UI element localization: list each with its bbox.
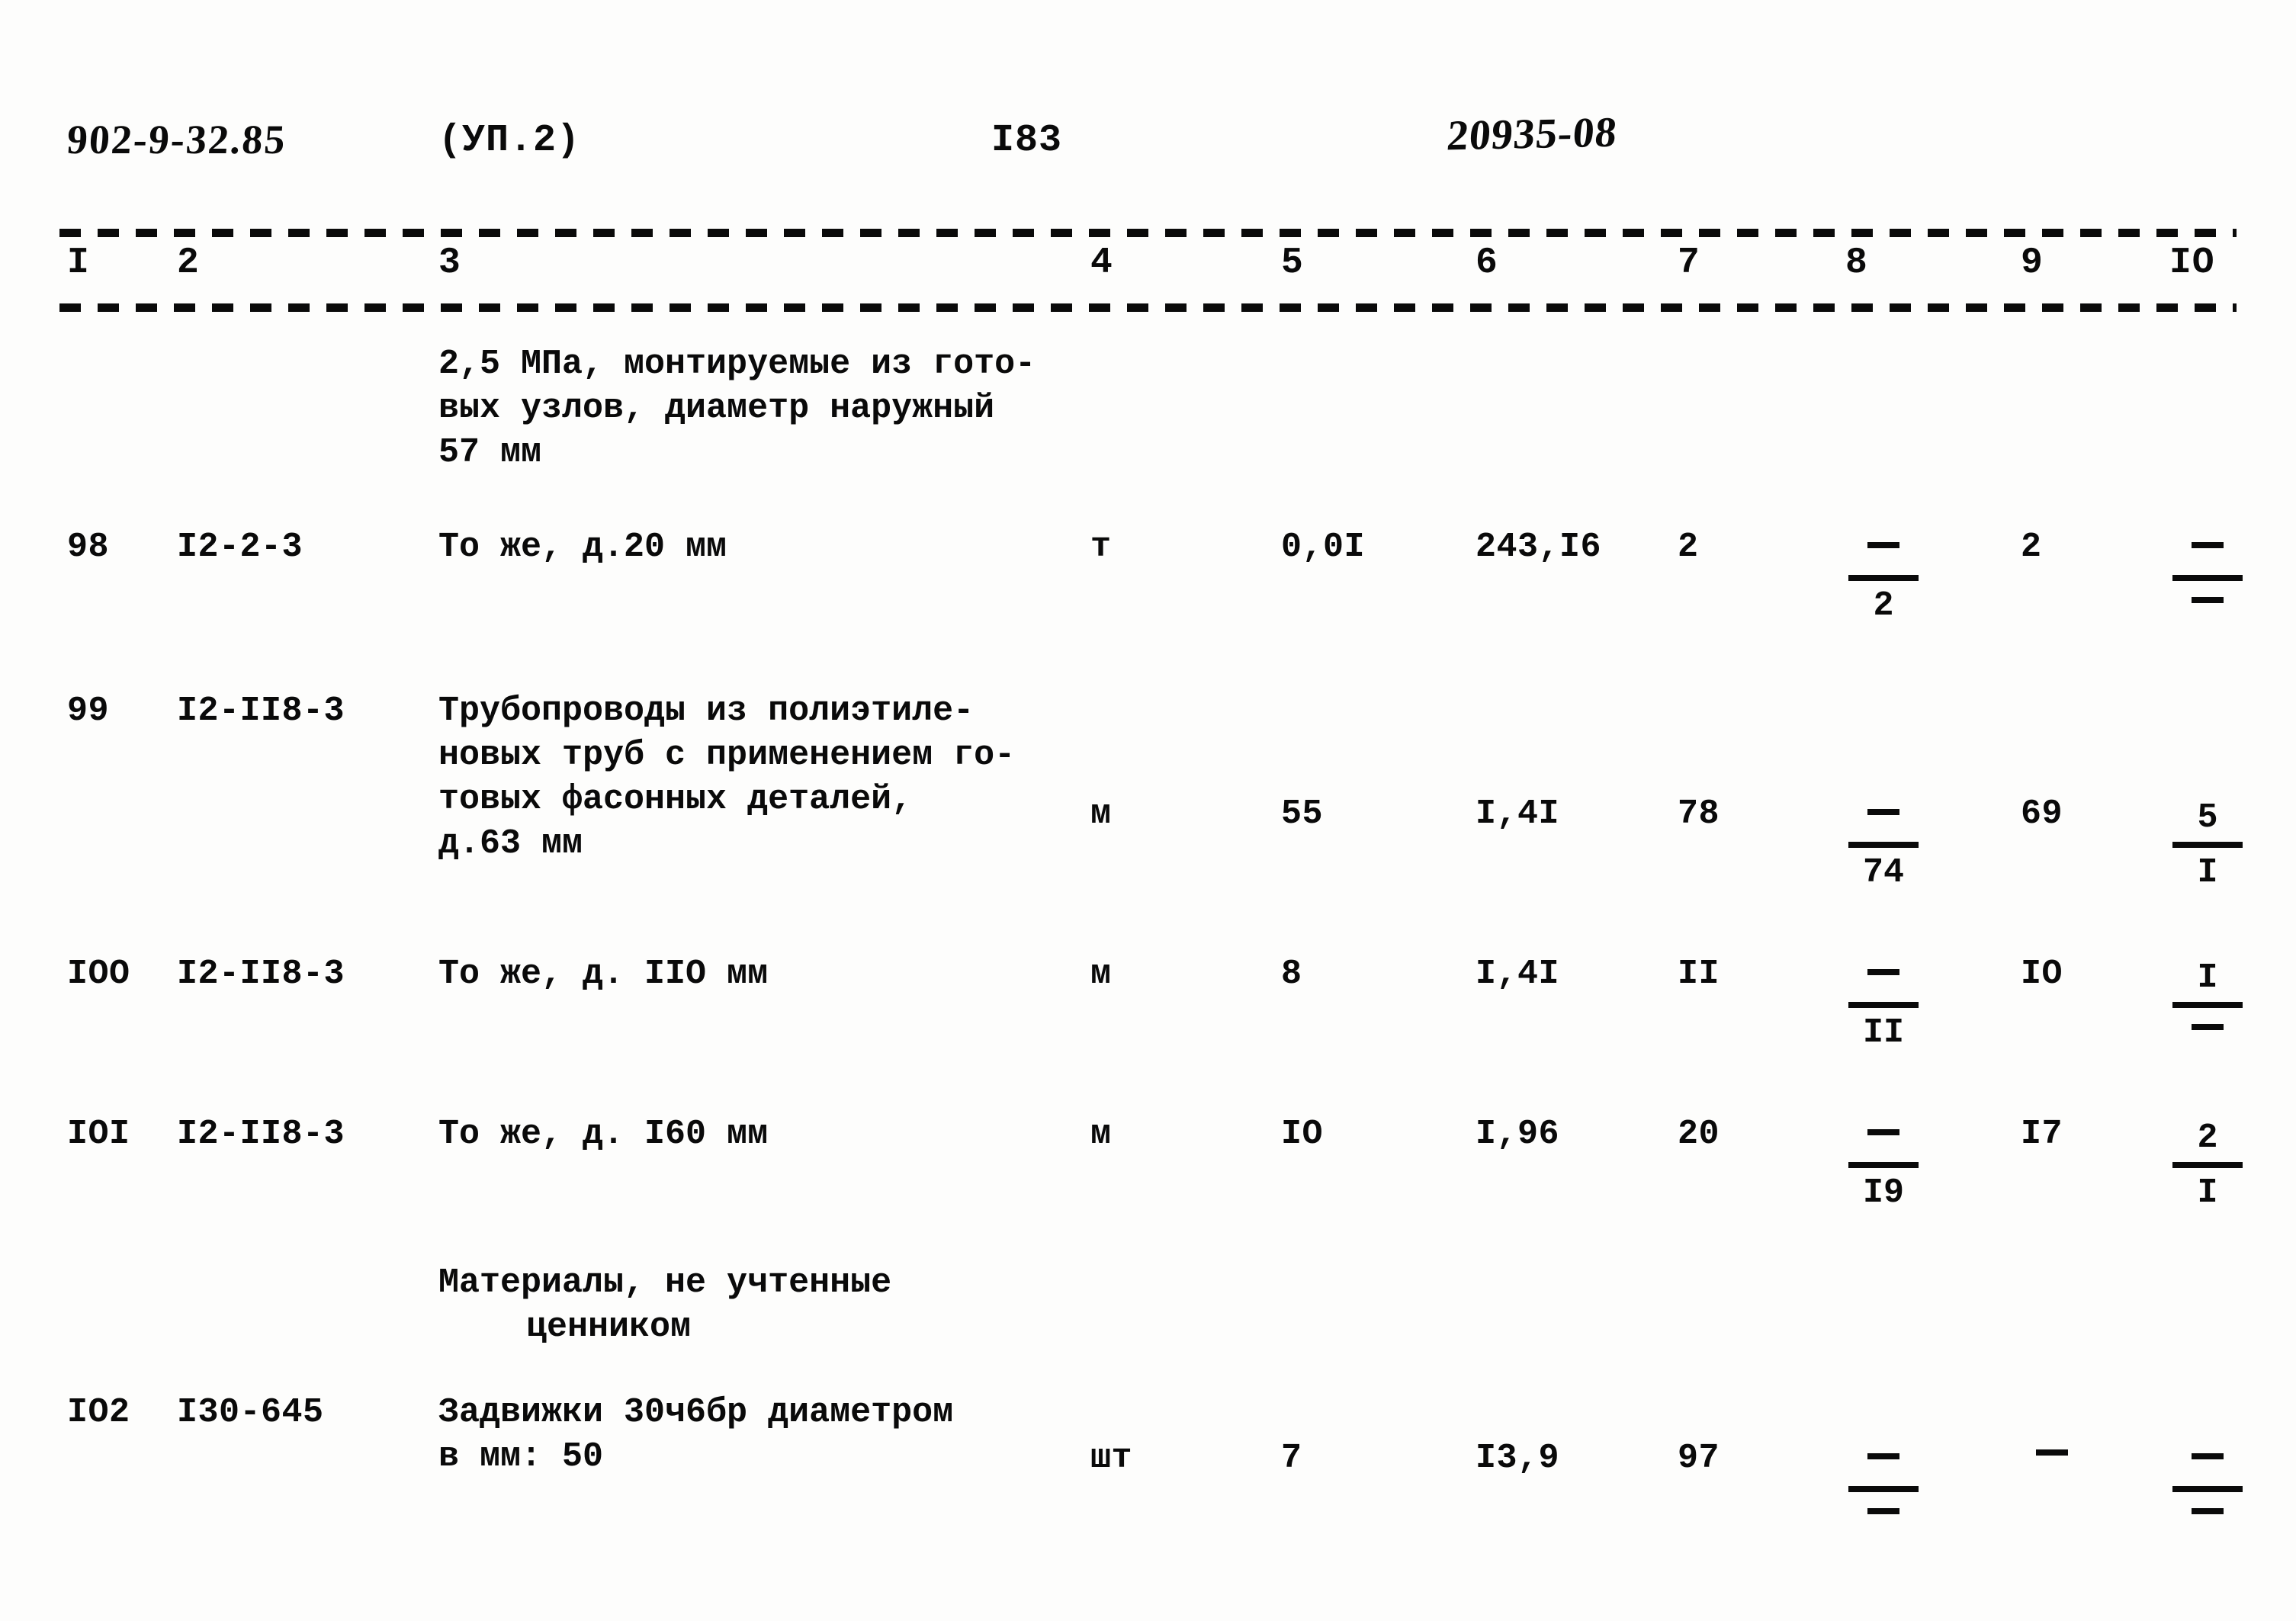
row-total-cost: 78 bbox=[1678, 794, 1720, 833]
row-unit: м bbox=[1090, 794, 1112, 833]
row-number: IO2 bbox=[67, 1393, 130, 1432]
row-col9-value bbox=[2036, 1437, 2068, 1480]
row-unit: т bbox=[1090, 528, 1112, 567]
row-code: I2-II8-3 bbox=[177, 955, 345, 993]
row-unit-cost: I,4I bbox=[1476, 955, 1560, 993]
row-total-cost: 2 bbox=[1678, 528, 1699, 567]
row-code: I30-645 bbox=[177, 1393, 324, 1432]
row-quantity: IO bbox=[1281, 1115, 1324, 1154]
row-fraction-col10 bbox=[2165, 532, 2250, 625]
row-number: 99 bbox=[67, 692, 110, 730]
intro-text-line: 2,5 МПа, монтируемые из гото- bbox=[438, 345, 1036, 384]
row-fraction-col8: 74 bbox=[1841, 799, 1926, 892]
row-description-line: в мм: 50 bbox=[438, 1437, 604, 1476]
row-code: I2-II8-3 bbox=[177, 1115, 345, 1154]
row-code: I2-2-3 bbox=[177, 528, 303, 567]
row-code: I2-II8-3 bbox=[177, 692, 345, 730]
row-number: IOO bbox=[67, 955, 130, 993]
row-fraction-col10: 5I bbox=[2165, 799, 2250, 892]
empty-value-dash bbox=[1867, 1508, 1899, 1515]
row-unit: шт bbox=[1090, 1439, 1133, 1478]
row-unit-cost: 243,I6 bbox=[1476, 528, 1602, 567]
row-unit-cost: I,4I bbox=[1476, 794, 1560, 833]
row-description-line: д.63 мм bbox=[438, 824, 583, 863]
row-col9-value: IO bbox=[2021, 955, 2063, 993]
row-total-cost: 97 bbox=[1678, 1439, 1720, 1478]
empty-value-dash bbox=[2192, 542, 2224, 549]
row-col9-value: 69 bbox=[2021, 794, 2063, 833]
row-unit-cost: I3,9 bbox=[1476, 1439, 1560, 1478]
section-heading-line: Материалы, не учтенные bbox=[438, 1263, 892, 1302]
row-number: 98 bbox=[67, 528, 110, 567]
empty-value-dash bbox=[1867, 1453, 1899, 1460]
row-total-cost: 20 bbox=[1678, 1115, 1720, 1154]
row-description-line: Задвижки 30ч6бр диаметром bbox=[438, 1393, 954, 1432]
row-fraction-col8: 2 bbox=[1841, 532, 1926, 625]
row-quantity: 55 bbox=[1281, 794, 1324, 833]
empty-value-dash bbox=[2192, 1024, 2224, 1031]
intro-text-line: вых узлов, диаметр наружный bbox=[438, 389, 995, 428]
row-description-line: новых труб с применением го- bbox=[438, 736, 1016, 775]
row-quantity: 0,0I bbox=[1281, 528, 1366, 567]
section-heading-line: ценником bbox=[526, 1308, 692, 1347]
row-col9-value: 2 bbox=[2021, 528, 2042, 567]
row-description-line: товых фасонных деталей, bbox=[438, 780, 913, 819]
empty-value-dash bbox=[2192, 597, 2224, 604]
row-fraction-col10: I bbox=[2165, 959, 2250, 1052]
empty-value-dash bbox=[2036, 1449, 2068, 1456]
row-fraction-col10: 2I bbox=[2165, 1119, 2250, 1212]
empty-value-dash bbox=[1867, 809, 1899, 816]
row-fraction-col10 bbox=[2165, 1443, 2250, 1536]
row-number: IOI bbox=[67, 1115, 130, 1154]
row-fraction-col8: I9 bbox=[1841, 1119, 1926, 1212]
row-unit: м bbox=[1090, 955, 1112, 993]
empty-value-dash bbox=[1867, 1129, 1899, 1136]
row-quantity: 7 bbox=[1281, 1439, 1302, 1478]
row-unit-cost: I,96 bbox=[1476, 1115, 1560, 1154]
table-body: 2,5 МПа, монтируемые из гото-вых узлов, … bbox=[0, 0, 2296, 1621]
empty-value-dash bbox=[2192, 1453, 2224, 1460]
empty-value-dash bbox=[1867, 969, 1899, 976]
row-description-line: То же, д.20 мм bbox=[438, 528, 727, 567]
row-description-line: То же, д. IIO мм bbox=[438, 955, 769, 993]
intro-text-line: 57 мм bbox=[438, 433, 542, 472]
row-col9-value: I7 bbox=[2021, 1115, 2063, 1154]
row-unit: м bbox=[1090, 1115, 1112, 1154]
row-description-line: То же, д. I60 мм bbox=[438, 1115, 769, 1154]
document-page: 902-9-32.85 (УП.2) I83 20935-08 I2345678… bbox=[0, 0, 2296, 1621]
empty-value-dash bbox=[1867, 542, 1899, 549]
row-quantity: 8 bbox=[1281, 955, 1302, 993]
row-total-cost: II bbox=[1678, 955, 1720, 993]
row-fraction-col8 bbox=[1841, 1443, 1926, 1536]
row-description-line: Трубопроводы из полиэтиле- bbox=[438, 692, 975, 730]
row-fraction-col8: II bbox=[1841, 959, 1926, 1052]
empty-value-dash bbox=[2192, 1508, 2224, 1515]
